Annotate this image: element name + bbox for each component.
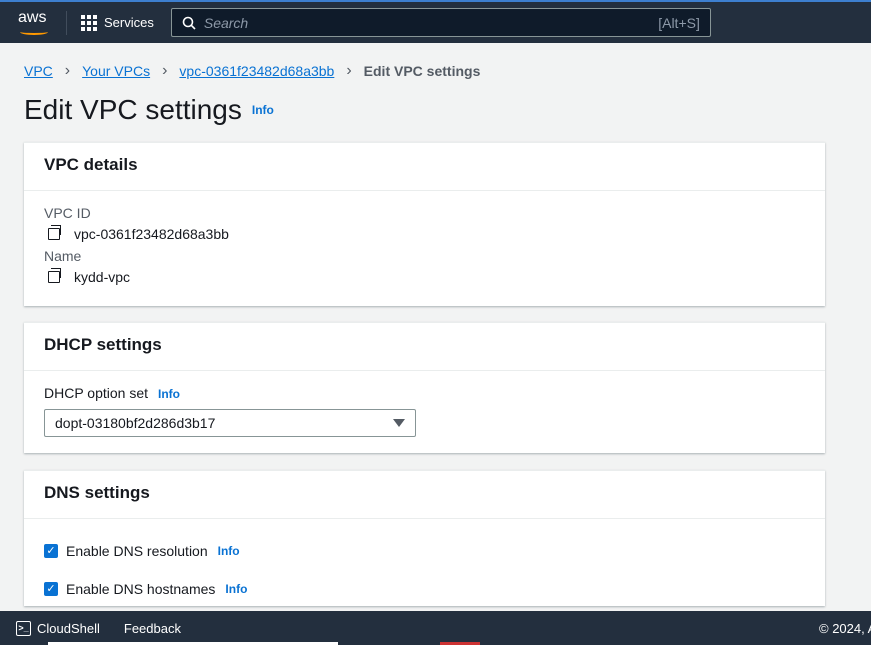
chevron-right-icon: › [346, 62, 352, 79]
grid-icon [81, 14, 97, 31]
panel-title: DHCP settings [24, 323, 825, 371]
breadcrumb: VPC › Your VPCs › vpc-0361f23482d68a3bb › E… [24, 62, 480, 80]
feedback-button[interactable]: Feedback [124, 621, 181, 636]
dns-resolution-label: Enable DNS resolution [66, 543, 208, 559]
dhcp-option-label: DHCP option set [44, 385, 149, 401]
divider [66, 10, 67, 35]
dns-hostnames-checkbox[interactable]: ✓ [44, 582, 58, 596]
panel-title: VPC details [24, 143, 825, 191]
info-link[interactable]: Info [218, 544, 240, 558]
dns-settings-panel: DNS settings ✓ Enable DNS resolution Info … [24, 470, 825, 606]
caret-down-icon [393, 419, 405, 427]
breadcrumb-vpc-id[interactable]: vpc-0361f23482d68a3bb [179, 63, 334, 79]
info-link[interactable]: Info [158, 387, 180, 401]
dns-resolution-checkbox[interactable]: ✓ [44, 544, 58, 558]
chevron-right-icon: › [64, 62, 71, 79]
top-nav: aws Services Search [Alt+S] [0, 0, 871, 43]
info-link[interactable]: Info [225, 582, 247, 596]
name-label: Name [44, 248, 82, 264]
cloudshell-button[interactable]: CloudShell [37, 621, 100, 636]
cloudshell-icon: >_ [16, 620, 31, 636]
dhcp-settings-panel: DHCP settings DHCP option set Info dopt-0… [24, 322, 825, 453]
copy-icon[interactable] [48, 268, 61, 283]
services-button[interactable]: Services [81, 14, 154, 31]
footer: >_ CloudShell Feedback © 2024, Amazon We… [0, 611, 871, 645]
search-icon [182, 16, 196, 30]
aws-logo[interactable]: aws [18, 9, 52, 37]
search-input[interactable]: Search [Alt+S] [170, 8, 711, 37]
breadcrumb-vpc[interactable]: VPC [24, 63, 53, 79]
panel-title: DNS settings [24, 471, 825, 519]
name-value: kydd-vpc [74, 269, 131, 285]
page-title: Edit VPC settings Info [24, 94, 274, 125]
vpc-id-label: VPC ID [44, 205, 91, 221]
vpc-details-panel: VPC details VPC ID vpc-0361f23482d68a3bb… [24, 142, 825, 306]
info-link[interactable]: Info [252, 103, 274, 117]
breadcrumb-current: Edit VPC settings [363, 63, 481, 79]
copy-icon[interactable] [48, 225, 61, 240]
breadcrumb-your-vpcs[interactable]: Your VPCs [82, 63, 150, 79]
vpc-id-value: vpc-0361f23482d68a3bb [74, 226, 229, 242]
dhcp-option-select[interactable]: dopt-03180bf2d286d3b17 [44, 409, 416, 437]
copyright: © 2024, Amazon Web Services [819, 620, 871, 636]
chevron-right-icon: › [162, 62, 168, 79]
dns-hostnames-label: Enable DNS hostnames [66, 581, 216, 597]
